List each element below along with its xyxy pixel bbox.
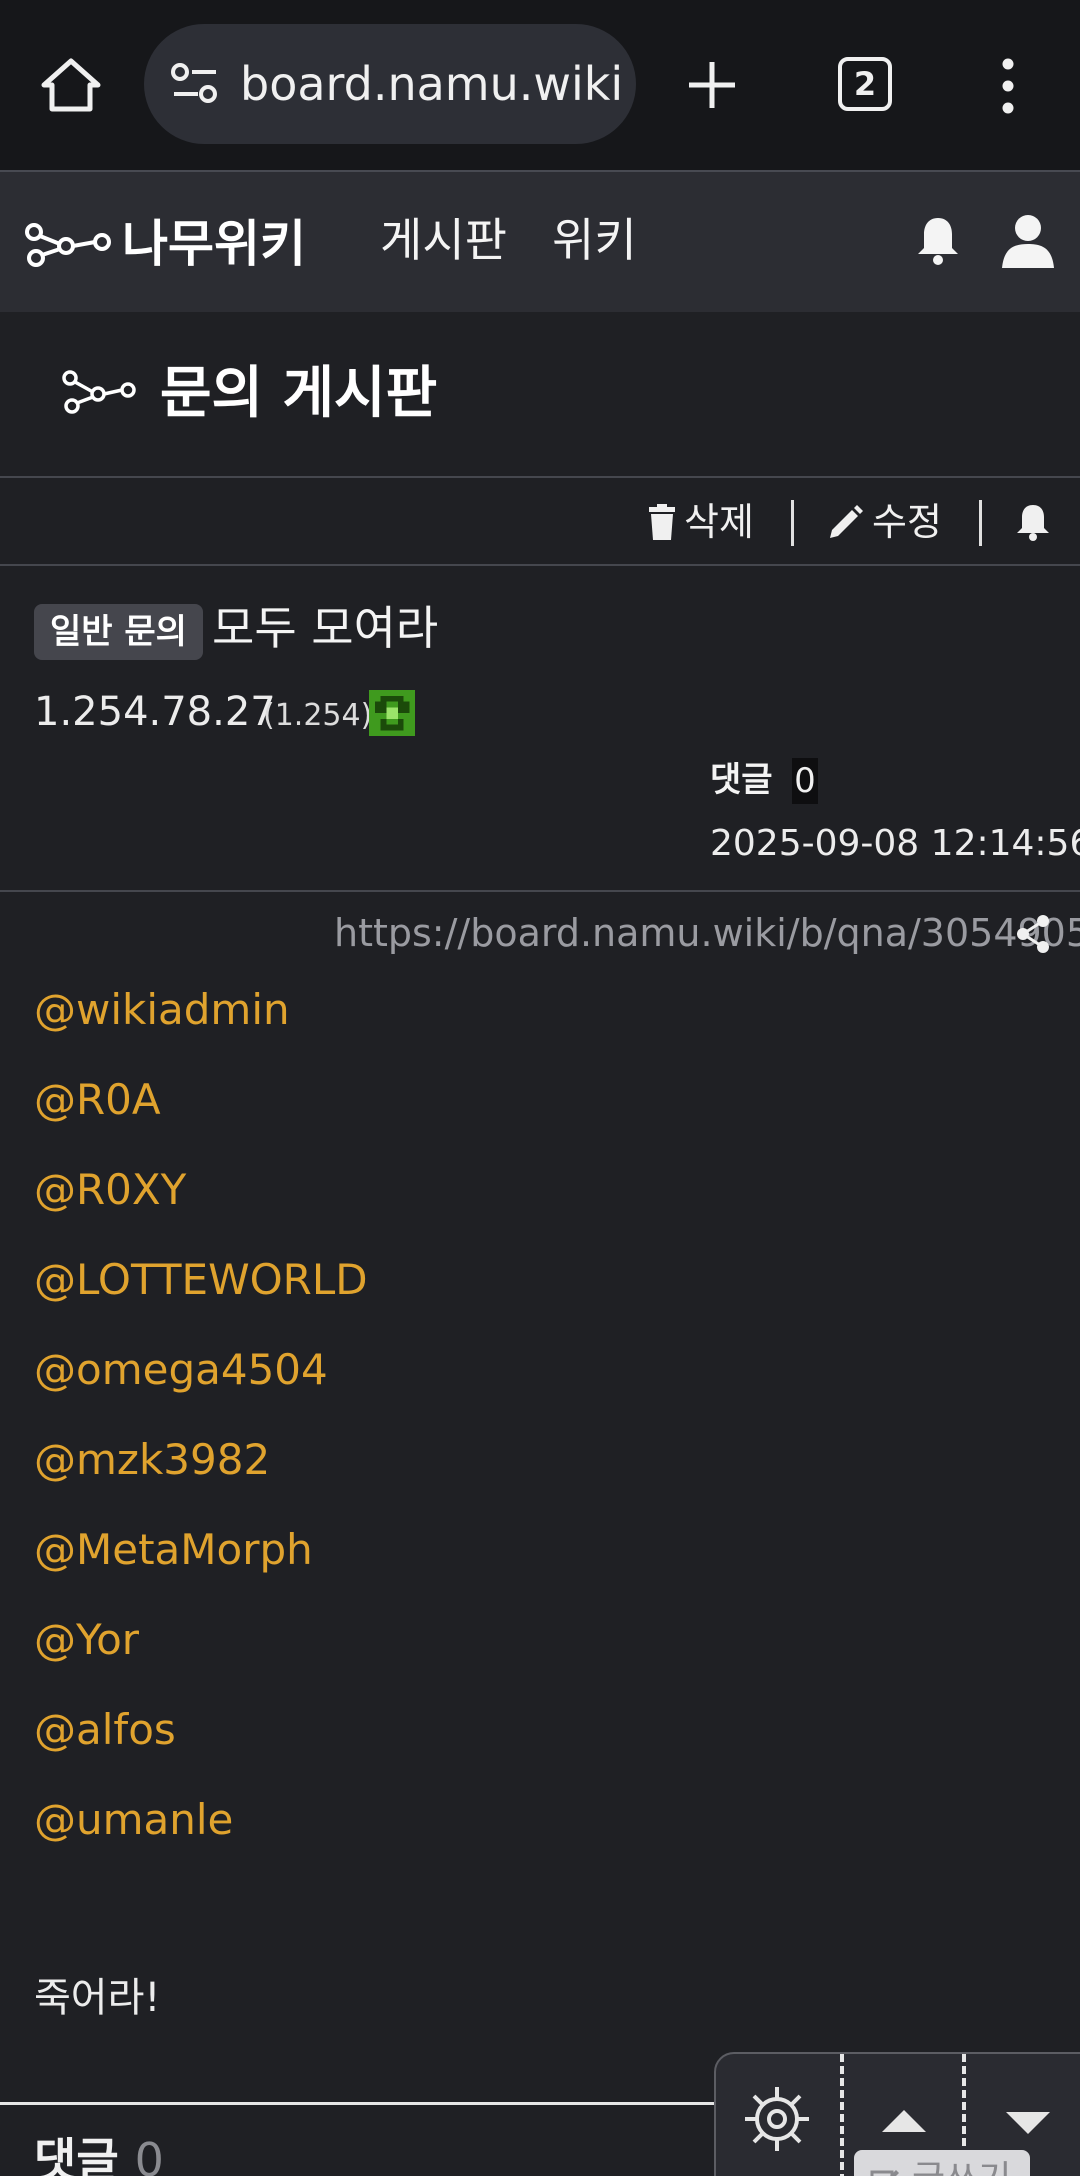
floating-toolbar: 글쓰기 <box>714 2052 1080 2176</box>
notification-bell-icon[interactable] <box>916 214 960 266</box>
mention-link[interactable]: @MetaMorph <box>34 1520 313 1580</box>
pencil-icon <box>830 505 863 538</box>
comments-divider <box>0 2102 720 2105</box>
page-title: 문의 게시판 <box>160 361 438 426</box>
mention-link[interactable]: @R0XY <box>34 1160 186 1220</box>
mention-link[interactable]: @LOTTEWORLD <box>34 1250 368 1310</box>
scroll-down-icon[interactable] <box>1006 2112 1050 2134</box>
post-body-text: 죽어라! <box>34 1975 161 2021</box>
nav-board[interactable]: 게시판 <box>380 208 507 272</box>
comment-count-label: 댓글 <box>710 760 773 800</box>
post-action-bar: 삭제 수정 <box>0 478 1080 566</box>
category-badge[interactable]: 일반 문의 <box>34 604 203 660</box>
post-header: 일반 문의 모두 모여라 1.254.78.27 (1.254) 댓글 0 20… <box>0 566 1080 892</box>
write-label: 글쓰기 <box>912 2159 1011 2176</box>
mention-link[interactable]: @wikiadmin <box>34 980 290 1040</box>
tree-logo-icon <box>62 370 136 414</box>
edit-button[interactable]: 수정 <box>828 498 942 546</box>
author-ip-short: (1.254) <box>263 698 373 733</box>
divider <box>979 500 982 546</box>
mention-link[interactable]: @R0A <box>34 1070 161 1130</box>
comments-heading: 댓글 0 <box>34 2128 164 2176</box>
share-icon[interactable] <box>1016 914 1050 954</box>
url-text[interactable]: board.namu.wiki/ <box>240 58 620 110</box>
post-date: 2025-09-08 12:14:56 <box>710 823 1080 864</box>
mention-link[interactable]: @alfos <box>34 1700 176 1760</box>
site-logo[interactable]: 나무위키 <box>22 212 322 276</box>
mention-link[interactable]: @mzk3982 <box>34 1430 270 1490</box>
tab-switcher-button[interactable]: 2 <box>838 57 892 111</box>
trash-icon <box>649 504 675 540</box>
tree-logo-icon <box>25 223 111 267</box>
home-icon[interactable] <box>40 57 102 113</box>
board-title-bar: 문의 게시판 <box>0 312 1080 478</box>
browser-toolbar: board.namu.wiki/ 2 <box>0 0 1080 170</box>
gear-icon[interactable] <box>742 2084 812 2154</box>
logo-text: 나무위키 <box>122 215 306 273</box>
author-avatar <box>369 690 415 736</box>
comments-heading-count: 0 <box>134 2133 164 2176</box>
mention-link[interactable]: @Yor <box>34 1610 139 1670</box>
mention-link[interactable]: @umanle <box>34 1790 233 1850</box>
more-menu-icon[interactable] <box>996 58 1020 114</box>
write-icon <box>870 2170 899 2176</box>
permalink[interactable]: https://board.namu.wiki/b/qna/3054905 <box>334 906 1080 960</box>
delete-button[interactable]: 삭제 <box>648 498 754 546</box>
post-title: 모두 모여라 <box>212 601 439 655</box>
new-tab-icon[interactable] <box>685 58 739 112</box>
scroll-up-icon[interactable] <box>882 2110 926 2132</box>
delete-label: 삭제 <box>684 500 754 544</box>
comments-heading-label: 댓글 <box>34 2133 119 2176</box>
subscribe-bell-icon[interactable] <box>1016 502 1050 542</box>
divider <box>791 500 794 546</box>
comment-count: 0 <box>792 758 818 804</box>
user-account-icon[interactable] <box>1000 212 1056 268</box>
site-header: 나무위키 게시판 위키 <box>0 170 1080 312</box>
site-settings-icon[interactable] <box>170 62 220 106</box>
nav-wiki[interactable]: 위키 <box>552 208 637 272</box>
write-button[interactable]: 글쓰기 <box>854 2150 1030 2176</box>
mention-link[interactable]: @omega4504 <box>34 1340 328 1400</box>
edit-label: 수정 <box>872 500 942 544</box>
author-ip[interactable]: 1.254.78.27 <box>34 684 276 740</box>
address-bar[interactable]: board.namu.wiki/ <box>144 24 636 144</box>
divider <box>840 2054 844 2176</box>
